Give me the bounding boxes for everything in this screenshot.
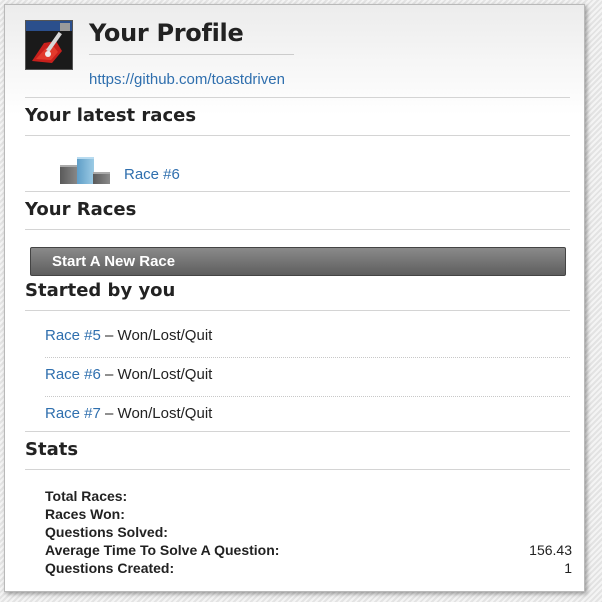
github-profile-link[interactable]: https://github.com/toastdriven — [89, 71, 285, 88]
list-divider — [45, 357, 570, 358]
stat-value: 1 — [564, 560, 572, 576]
section-divider — [25, 191, 570, 192]
stat-label: Races Won: — [45, 506, 125, 522]
stat-row-total-races: Total Races: — [45, 487, 572, 505]
stat-label: Total Races: — [45, 488, 128, 504]
section-divider — [25, 229, 570, 230]
section-divider — [25, 469, 570, 470]
your-races-heading: Your Races — [25, 199, 137, 220]
page-title: Your Profile — [89, 19, 244, 47]
section-divider — [25, 431, 570, 432]
race-6-link[interactable]: Race #6 — [45, 366, 101, 383]
list-divider — [45, 396, 570, 397]
stat-row-questions-created: Questions Created: 1 — [45, 559, 572, 577]
title-divider — [89, 54, 294, 55]
section-divider — [25, 97, 570, 98]
race-status: – Won/Lost/Quit — [100, 405, 213, 422]
list-item: Race #7 – Won/Lost/Quit — [45, 405, 212, 422]
stat-label: Questions Created: — [45, 560, 175, 576]
race-status: – Won/Lost/Quit — [100, 366, 213, 383]
latest-race-link[interactable]: Race #6 — [124, 166, 180, 183]
race-7-link[interactable]: Race #7 — [45, 405, 101, 422]
stat-row-average-time: Average Time To Solve A Question: 156.43 — [45, 541, 572, 559]
start-new-race-button[interactable]: Start A New Race — [30, 247, 566, 276]
stat-label: Average Time To Solve A Question: — [45, 542, 280, 558]
guitar-avatar-image — [26, 21, 72, 69]
latest-races-heading: Your latest races — [25, 105, 197, 126]
stats-list: Total Races: Races Won: Questions Solved… — [45, 487, 572, 577]
section-divider — [25, 135, 570, 136]
podium-icon — [60, 157, 110, 184]
stat-label: Questions Solved: — [45, 524, 168, 540]
list-item: Race #5 – Won/Lost/Quit — [45, 327, 212, 344]
race-5-link[interactable]: Race #5 — [45, 327, 101, 344]
stat-value: 156.43 — [529, 542, 572, 558]
avatar — [25, 20, 73, 70]
profile-panel: Your Profile https://github.com/toastdri… — [4, 4, 585, 592]
list-item: Race #6 – Won/Lost/Quit — [45, 366, 212, 383]
started-by-you-heading: Started by you — [25, 280, 176, 301]
stat-row-questions-solved: Questions Solved: — [45, 523, 572, 541]
section-divider — [25, 310, 570, 311]
stat-row-races-won: Races Won: — [45, 505, 572, 523]
stats-heading: Stats — [25, 439, 79, 460]
race-status: – Won/Lost/Quit — [100, 327, 213, 344]
